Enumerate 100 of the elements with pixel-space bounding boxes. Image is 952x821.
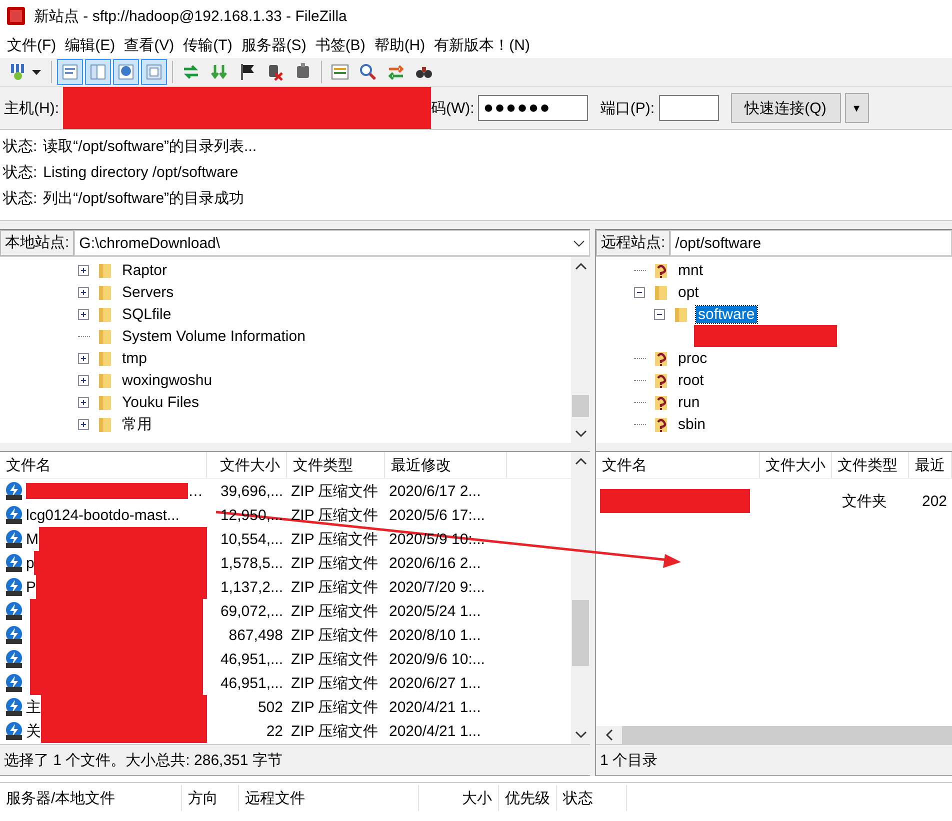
queue-icon[interactable] bbox=[141, 59, 167, 85]
tree-item[interactable]: software bbox=[696, 306, 757, 322]
menu-item[interactable]: 编辑(E) bbox=[62, 36, 122, 54]
file-type: ZIP 压缩文件 bbox=[290, 482, 380, 502]
tree-item[interactable]: run bbox=[676, 394, 702, 410]
tree-item[interactable]: opt bbox=[676, 284, 701, 300]
log-message: 列出“/opt/software”的目录成功 bbox=[43, 188, 244, 208]
file-date: 202 bbox=[921, 492, 948, 512]
file-type: ZIP 压缩文件 bbox=[290, 722, 380, 742]
file-size: 39,696,... bbox=[219, 482, 284, 502]
log-icon[interactable] bbox=[57, 59, 83, 85]
file-name: 主 bbox=[26, 698, 41, 716]
scroll-left-icon[interactable] bbox=[605, 729, 613, 741]
file-size: 10,554,... bbox=[219, 530, 284, 550]
tree-item[interactable]: 常用 bbox=[120, 414, 154, 434]
status-text: 选择了 1 个文件。大小总共: 286,351 字节 bbox=[4, 750, 282, 770]
zip-file-icon bbox=[4, 577, 24, 597]
tree-item[interactable]: mnt bbox=[676, 262, 706, 278]
log-message: Listing directory /opt/software bbox=[43, 164, 238, 180]
column-header[interactable]: 大小 bbox=[419, 785, 499, 811]
tree-item[interactable]: woxingwoshu bbox=[120, 372, 214, 388]
file-name: 关 bbox=[26, 722, 41, 740]
scrollbar[interactable] bbox=[571, 452, 590, 744]
file-type: ZIP 压缩文件 bbox=[290, 698, 380, 718]
quickconnect-button[interactable]: 快速连接(Q) bbox=[730, 93, 840, 123]
folder-icon bbox=[98, 261, 112, 279]
password-field[interactable]: ●●●●●● bbox=[478, 95, 588, 121]
column-header[interactable]: 文件类型 bbox=[832, 452, 909, 478]
scroll-down-icon[interactable] bbox=[574, 731, 586, 739]
file-type: ZIP 压缩文件 bbox=[290, 650, 380, 670]
tree-item[interactable]: root bbox=[676, 372, 706, 388]
expand-icon[interactable] bbox=[78, 374, 89, 386]
log-label: 状态: bbox=[3, 188, 38, 208]
path-combobox[interactable]: G:\chromeDownload\ bbox=[74, 230, 590, 256]
tree-item[interactable]: SQLfile bbox=[120, 306, 174, 322]
file-date: 2020/5/6 17:... bbox=[388, 506, 486, 526]
column-header[interactable]: 远程文件 bbox=[239, 785, 419, 811]
port-field[interactable] bbox=[658, 95, 718, 121]
folder-icon bbox=[98, 415, 112, 433]
collapse-icon[interactable] bbox=[634, 286, 645, 298]
expand-icon[interactable] bbox=[78, 352, 89, 364]
expand-icon[interactable] bbox=[78, 418, 89, 430]
scroll-thumb[interactable] bbox=[572, 600, 589, 666]
expand-icon[interactable] bbox=[78, 286, 89, 298]
expand-icon[interactable] bbox=[78, 396, 89, 408]
collapse-icon[interactable] bbox=[654, 308, 665, 320]
file-size: 867,498 bbox=[228, 626, 284, 646]
menu-item[interactable]: 文件(F) bbox=[4, 36, 62, 54]
file-date: 2020/6/27 1... bbox=[388, 674, 482, 694]
tree-item[interactable]: Servers bbox=[120, 284, 176, 300]
file-type: ZIP 压缩文件 bbox=[290, 530, 380, 550]
column-header[interactable]: 文件类型 bbox=[287, 452, 385, 478]
scroll-up-icon[interactable] bbox=[574, 262, 586, 270]
host-label: 主机(H): bbox=[4, 98, 59, 118]
file-type: ZIP 压缩文件 bbox=[290, 626, 380, 646]
menu-item[interactable]: 查看(V) bbox=[121, 36, 180, 54]
column-header[interactable]: 最近修改 bbox=[385, 452, 507, 478]
tree-item[interactable]: tmp bbox=[120, 350, 150, 366]
column-header[interactable]: 文件名 bbox=[596, 452, 760, 478]
file-size: 69,072,... bbox=[219, 602, 284, 622]
column-header[interactable]: 服务器/本地文件 bbox=[0, 785, 182, 811]
file-type: ZIP 压缩文件 bbox=[290, 602, 380, 622]
tree-item[interactable]: Raptor bbox=[120, 262, 170, 278]
expand-icon[interactable] bbox=[78, 308, 89, 320]
scroll-up-icon[interactable] bbox=[574, 457, 586, 465]
column-header[interactable]: 文件大小 bbox=[207, 452, 287, 478]
column-header[interactable]: 状态 bbox=[557, 785, 627, 811]
column-header[interactable]: 文件大小 bbox=[760, 452, 832, 478]
expand-icon[interactable] bbox=[78, 264, 89, 276]
zip-file-icon bbox=[4, 601, 24, 621]
zip-file-icon bbox=[4, 505, 24, 525]
path-combobox[interactable]: /opt/software bbox=[670, 230, 952, 256]
tree-item[interactable]: proc bbox=[676, 350, 710, 366]
file-name: lcg0124-bootdo-mast... bbox=[26, 506, 180, 524]
window-title: 新站点 - sftp://hadoop@192.168.1.33 - FileZilla bbox=[34, 6, 347, 26]
tree-item[interactable]: System Volume Information bbox=[120, 328, 308, 344]
column-header[interactable]: 文件名 bbox=[0, 452, 207, 478]
menu-item[interactable]: 服务器(S) bbox=[238, 36, 312, 54]
menu-item[interactable]: 传输(T) bbox=[180, 36, 238, 54]
scrollbar[interactable] bbox=[596, 726, 952, 744]
tree-item[interactable]: Youku Files bbox=[120, 394, 201, 410]
file-date: 2020/5/24 1... bbox=[388, 602, 482, 622]
dropdown-button[interactable]: ▾ bbox=[844, 93, 868, 123]
file-size: 1,578,5... bbox=[219, 554, 284, 574]
file-date: 2020/7/20 9:... bbox=[388, 578, 486, 598]
scroll-thumb[interactable] bbox=[572, 395, 589, 417]
menu-item[interactable]: 帮助(H) bbox=[371, 36, 432, 54]
zip-file-icon bbox=[4, 673, 24, 693]
menu-item[interactable]: 书签(B) bbox=[312, 36, 372, 54]
log-label: 状态: bbox=[3, 162, 38, 182]
tree-icon[interactable] bbox=[85, 59, 111, 85]
menu-item[interactable]: 有新版本！(N) bbox=[431, 36, 536, 54]
column-header[interactable]: 方向 bbox=[182, 785, 239, 811]
column-header[interactable]: 优先级 bbox=[499, 785, 557, 811]
chevron-down-icon[interactable] bbox=[573, 240, 585, 246]
log-message: 读取“/opt/software”的目录列表... bbox=[43, 136, 257, 156]
tree-item[interactable]: sbin bbox=[676, 416, 708, 432]
scroll-down-icon[interactable] bbox=[574, 430, 586, 438]
column-header[interactable]: 最近 bbox=[909, 452, 952, 478]
port-label: 端口(P): bbox=[600, 98, 654, 118]
